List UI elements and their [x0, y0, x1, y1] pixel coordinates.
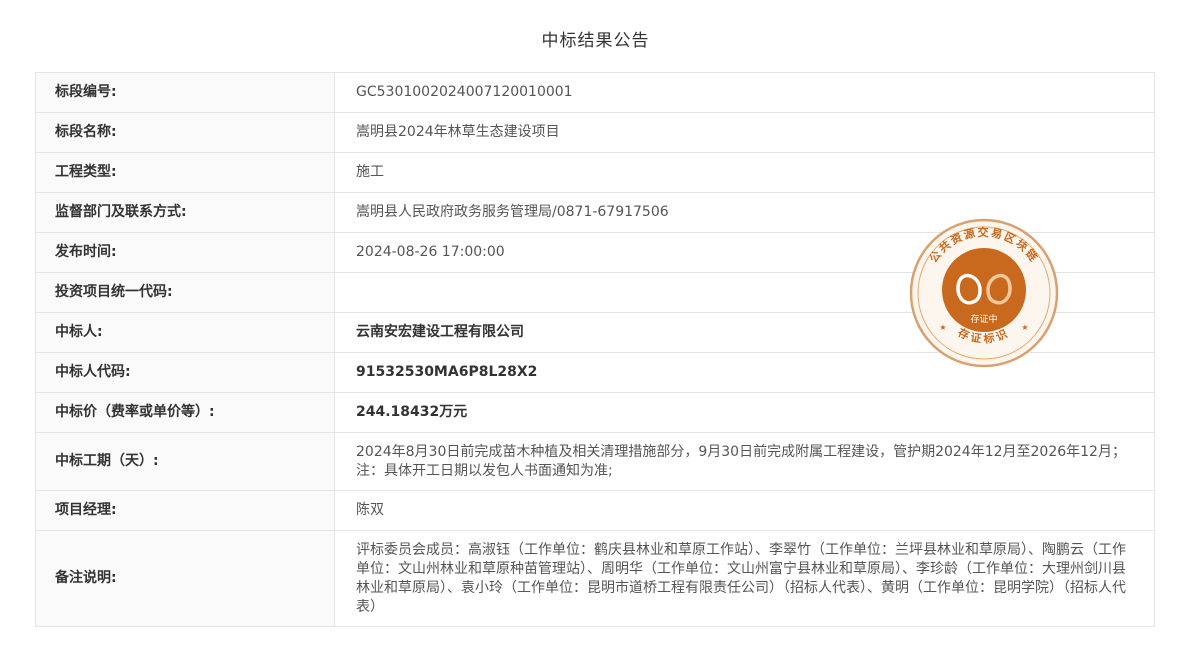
row-label: 项目经理: [35, 490, 335, 531]
table-row-project-type: 工程类型: 施工 [35, 152, 1155, 193]
row-value: 施工 [334, 152, 1155, 193]
row-value: GC5301002024007120010001 [334, 72, 1155, 113]
row-label: 监督部门及联系方式: [35, 192, 335, 233]
row-label: 中标价（费率或单价等）: [35, 392, 335, 433]
table-row-project-manager: 项目经理: 陈双 [35, 490, 1155, 531]
row-label: 标段名称: [35, 112, 335, 153]
seal-star-left-icon: ★ [939, 323, 946, 332]
row-label: 备注说明: [35, 530, 335, 627]
row-label: 中标人代码: [35, 352, 335, 393]
table-row-winning-price: 中标价（费率或单价等）: 244.18432万元 [35, 392, 1155, 433]
row-value: 陈双 [334, 490, 1155, 531]
row-value: 2024年8月30日前完成苗木种植及相关清理措施部分，9月30日前完成附属工程建… [334, 432, 1155, 491]
row-value: 244.18432万元 [334, 392, 1155, 433]
table-row-section-number: 标段编号: GC5301002024007120010001 [35, 72, 1155, 113]
row-value: 嵩明县2024年林草生态建设项目 [334, 112, 1155, 153]
row-label: 工程类型: [35, 152, 335, 193]
table-row-section-name: 标段名称: 嵩明县2024年林草生态建设项目 [35, 112, 1155, 153]
blockchain-seal-icon: 公共资源交易区块链 存证中 ★ ★ 存证标识 [909, 218, 1059, 368]
row-label: 投资项目统一代码: [35, 272, 335, 313]
table-row-construction-period: 中标工期（天）: 2024年8月30日前完成苗木种植及相关清理措施部分，9月30… [35, 432, 1155, 491]
row-label: 发布时间: [35, 232, 335, 273]
table-row-remarks: 备注说明: 评标委员会成员：高淑钰（工作单位：鹤庆县林业和草原工作站）、李翠竹（… [35, 530, 1155, 627]
seal-star-right-icon: ★ [1021, 323, 1028, 332]
row-label: 中标工期（天）: [35, 432, 335, 491]
page-title: 中标结果公告 [541, 31, 650, 51]
row-value: 评标委员会成员：高淑钰（工作单位：鹤庆县林业和草原工作站）、李翠竹（工作单位：兰… [334, 530, 1155, 627]
row-label: 中标人: [35, 312, 335, 353]
row-label: 标段编号: [35, 72, 335, 113]
seal-center-text: 存证中 [970, 313, 997, 325]
